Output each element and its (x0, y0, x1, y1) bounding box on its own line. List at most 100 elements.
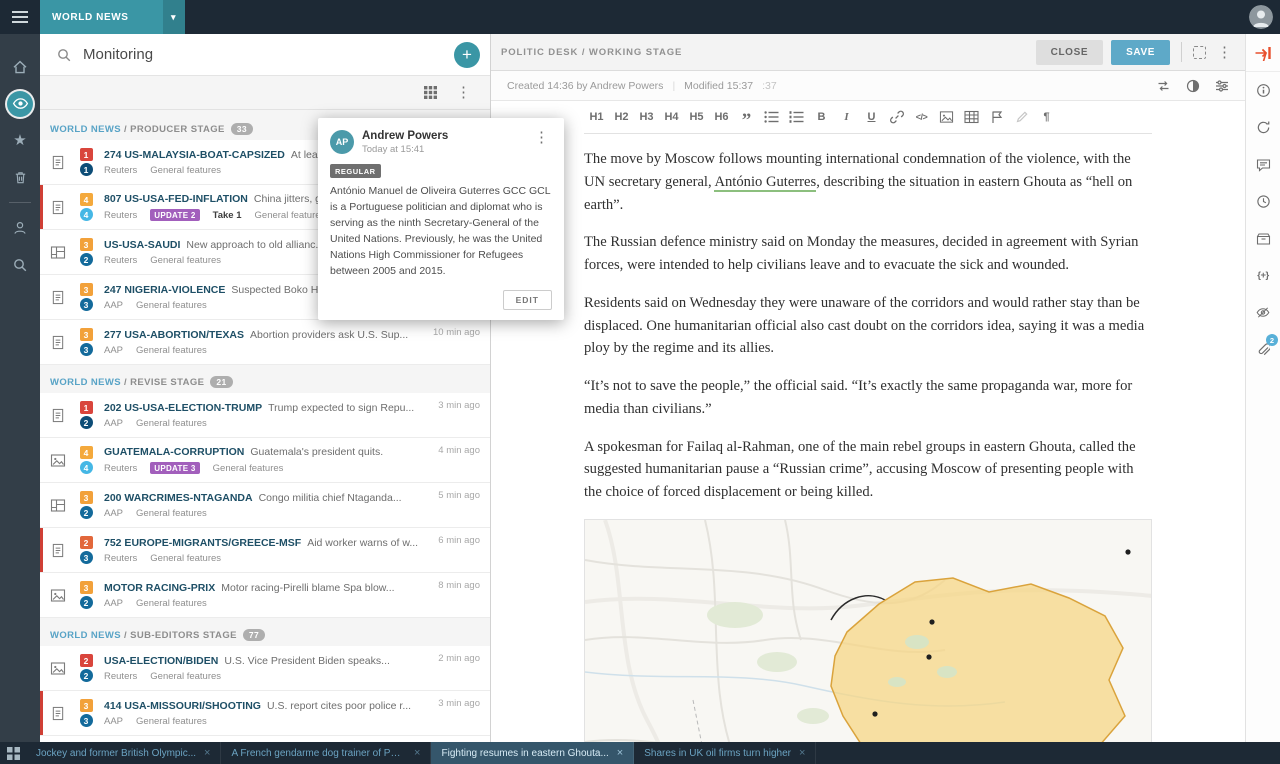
take-label: Take 1 (213, 210, 242, 221)
h2-button[interactable]: H2 (609, 101, 634, 133)
workspace-selector[interactable]: WORLD NEWS ▾ (40, 0, 185, 34)
stage-group-header[interactable]: WORLD NEWS/ REVISE STAGE21 (40, 365, 490, 393)
editor-scroll-area[interactable]: H1H2H3H4H5H6” BIU </> ¶ The move by Moscow … (491, 101, 1245, 742)
h3-button[interactable]: H3 (634, 101, 659, 133)
item-line1: MOTOR RACING-PRIXMotor racing-Pirelli bl… (104, 582, 426, 594)
list-item[interactable]: 33414 USA-MISSOURI/SHOOTINGU.S. report c… (40, 691, 490, 736)
text-segment: Residents said on Wednesday they were un… (584, 295, 1144, 357)
stage-group-header[interactable]: WORLD NEWS/ SUB-EDITORS STAGE77 (40, 618, 490, 646)
linked-items-button[interactable] (1246, 294, 1280, 331)
info-button[interactable] (1246, 72, 1280, 109)
close-tab-icon[interactable]: × (414, 748, 420, 759)
document-tab[interactable]: Fighting resumes in eastern Ghouta...× (431, 742, 634, 764)
popup-more-icon[interactable]: ⋮ (531, 130, 552, 145)
list-item[interactable]: 32US-WARCRIMES-NTAGANDACongo militia chi… (40, 736, 490, 742)
item-category: General features (136, 300, 207, 311)
comment-button[interactable] (984, 101, 1009, 133)
add-content-button[interactable]: + (454, 42, 480, 68)
monitoring-title[interactable]: Monitoring (83, 46, 454, 63)
comments-button[interactable] (1246, 146, 1280, 183)
h6-button[interactable]: H6 (709, 101, 734, 133)
item-headline: U.S. Vice President Biden speaks... (224, 655, 390, 667)
bold-button[interactable]: B (809, 101, 834, 133)
item-slugline: 277 USA-ABORTION/TEXAS (104, 329, 244, 341)
monitoring-button[interactable] (0, 85, 40, 122)
code-button[interactable]: </> (909, 101, 934, 133)
close-tab-icon[interactable]: × (799, 748, 805, 759)
avatar: AP (330, 130, 354, 154)
users-button[interactable] (0, 209, 40, 246)
ordered-list-button[interactable] (784, 101, 809, 133)
list-item[interactable]: 23752 EUROPE-MIGRANTS/GREECE-MSFAid work… (40, 528, 490, 573)
list-item[interactable]: 32200 WARCRIMES-NTAGANDACongo militia ch… (40, 483, 490, 528)
article-paragraph[interactable]: “It’s not to save the people,” the offic… (584, 375, 1152, 421)
article-paragraph[interactable]: The move by Moscow follows mounting inte… (584, 148, 1152, 216)
formatting-toolbar: H1H2H3H4H5H6” BIU </> ¶ (584, 101, 1152, 134)
macros-button[interactable]: {+} (1246, 257, 1280, 294)
edit-button[interactable]: EDIT (503, 290, 552, 310)
paragraph-button[interactable]: ¶ (1034, 101, 1059, 133)
article-paragraph[interactable]: Residents said on Wednesday they were un… (584, 292, 1152, 360)
list-item[interactable]: 22USA-ELECTION/BIDENU.S. Vice President … (40, 646, 490, 691)
urgency-badge: 2 (80, 596, 93, 609)
table-button[interactable] (959, 101, 984, 133)
list-item[interactable]: 12202 US-USA-ELECTION-TRUMPTrump expecte… (40, 393, 490, 438)
versions-button[interactable] (1246, 183, 1280, 220)
packages-button[interactable] (1246, 220, 1280, 257)
theme-icon[interactable] (1186, 79, 1200, 93)
home-button[interactable] (0, 48, 40, 85)
list-item[interactable]: 44GUATEMALA-CORRUPTIONGuatemala's presid… (40, 438, 490, 483)
h4-button[interactable]: H4 (659, 101, 684, 133)
grid-view-icon[interactable] (424, 86, 437, 99)
global-search-button[interactable] (0, 246, 40, 283)
activity-button[interactable] (1246, 109, 1280, 146)
article-paragraph[interactable]: A spokesman for Failaq al-Rahman, one of… (584, 436, 1152, 504)
user-avatar[interactable] (1249, 5, 1273, 29)
article-body[interactable]: The move by Moscow follows mounting inte… (584, 134, 1152, 504)
group-desk-label: WORLD NEWS (50, 630, 121, 641)
search-icon[interactable] (56, 47, 72, 63)
underline-button[interactable]: U (859, 101, 884, 133)
left-nav-rail: ★ (0, 34, 40, 742)
item-category: General features (213, 463, 284, 474)
unordered-list-button[interactable] (759, 101, 784, 133)
blockquote-button[interactable]: ” (734, 101, 759, 133)
save-button[interactable]: SAVE (1111, 40, 1170, 65)
document-tab[interactable]: A French gendarme dog trainer of PSIG× (221, 742, 431, 764)
annotate-button[interactable] (1009, 101, 1034, 133)
item-headline: Congo militia chief Ntaganda... (259, 492, 402, 504)
comments-icon (1256, 158, 1271, 172)
urgency-badge: 2 (80, 669, 93, 682)
workspace-grid-icon[interactable] (0, 742, 26, 764)
article-paragraph[interactable]: The Russian defence ministry said on Mon… (584, 231, 1152, 277)
item-content: 414 USA-MISSOURI/SHOOTINGU.S. report cit… (96, 700, 490, 727)
attachments-button[interactable]: 2 (1246, 331, 1280, 368)
link-button[interactable] (884, 101, 909, 133)
close-tab-icon[interactable]: × (617, 748, 623, 759)
h1-button[interactable]: H1 (584, 101, 609, 133)
priority-badge: 1 (80, 148, 93, 161)
minimize-icon[interactable] (1193, 46, 1206, 59)
item-source: AAP (104, 300, 123, 311)
document-tab[interactable]: Shares in UK oil firms turn higher× (634, 742, 816, 764)
document-tab[interactable]: Jockey and former British Olympic...× (26, 742, 221, 764)
modified-extra: :37 (762, 80, 777, 92)
spike-button[interactable] (0, 159, 40, 196)
close-button[interactable]: CLOSE (1036, 40, 1103, 65)
image-button[interactable] (934, 101, 959, 133)
h5-button[interactable]: H5 (684, 101, 709, 133)
starred-button[interactable]: ★ (0, 122, 40, 159)
more-options-icon[interactable]: ⋮ (453, 85, 474, 100)
menu-icon[interactable] (0, 11, 40, 23)
italic-button[interactable]: I (834, 101, 859, 133)
chevron-down-icon: ▾ (163, 0, 185, 34)
send-to-button[interactable] (1246, 34, 1280, 72)
settings-sliders-icon[interactable] (1215, 79, 1229, 93)
priority-badge: 3 (80, 283, 93, 296)
find-replace-icon[interactable] (1156, 79, 1171, 93)
close-tab-icon[interactable]: × (204, 748, 210, 759)
group-count-badge: 33 (231, 123, 253, 135)
list-item[interactable]: 33277 USA-ABORTION/TEXASAbortion provide… (40, 320, 490, 365)
editor-more-icon[interactable]: ⋮ (1214, 45, 1235, 60)
list-item[interactable]: 32MOTOR RACING-PRIXMotor racing-Pirelli … (40, 573, 490, 618)
